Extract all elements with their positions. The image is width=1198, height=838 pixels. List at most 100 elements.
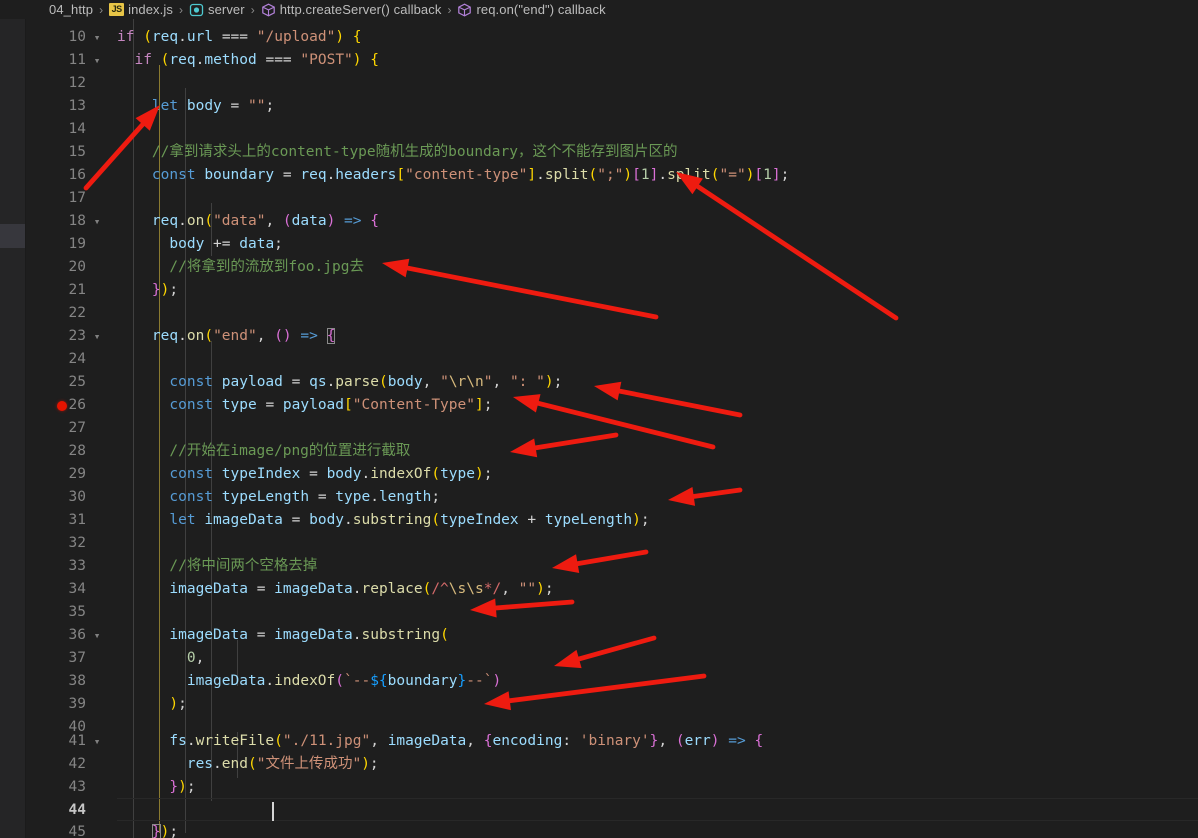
line-number: 18 bbox=[68, 213, 86, 229]
line-number: 25 bbox=[68, 374, 86, 390]
code-editor[interactable]: 10 ▾ if (req.url === "/upload") { 11 ▾ i… bbox=[26, 19, 1198, 838]
code-line[interactable]: 31 let imageData = body.substring(typeIn… bbox=[26, 509, 1198, 532]
breadcrumb-item-server[interactable]: server bbox=[188, 2, 246, 17]
code-line[interactable]: 39 ); bbox=[26, 693, 1198, 716]
fold-chevron-icon[interactable]: ▾ bbox=[90, 624, 104, 647]
breadcrumb-item-createserver-callback[interactable]: http.createServer() callback bbox=[260, 2, 443, 17]
code-line[interactable]: 45 }); bbox=[26, 821, 1198, 838]
code-line-active[interactable]: 44 bbox=[26, 799, 1198, 822]
code-line[interactable]: 27 bbox=[26, 417, 1198, 440]
fold-chevron-icon[interactable]: ▾ bbox=[90, 730, 104, 753]
code-line[interactable]: 38 imageData.indexOf(`--${boundary}--`) bbox=[26, 670, 1198, 693]
line-content: let body = ""; bbox=[151, 98, 275, 114]
js-file-icon: JS bbox=[109, 3, 125, 16]
code-line[interactable]: 32 bbox=[26, 532, 1198, 555]
line-content: const type = payload["Content-Type"]; bbox=[169, 397, 493, 413]
fold-chevron-icon[interactable]: ▾ bbox=[90, 210, 104, 233]
breadcrumb-label-folder: 04_http bbox=[49, 2, 94, 17]
code-line[interactable]: 23 ▾ req.on("end", () => { bbox=[26, 325, 1198, 348]
text-cursor bbox=[272, 802, 274, 821]
line-content: ); bbox=[169, 696, 187, 712]
breadcrumb-separator: › bbox=[250, 2, 255, 17]
breadcrumb-separator: › bbox=[447, 2, 452, 17]
code-line[interactable]: 17 bbox=[26, 187, 1198, 210]
code-line[interactable]: 30 const typeLength = type.length; bbox=[26, 486, 1198, 509]
line-number: 41 bbox=[68, 733, 86, 749]
line-number: 14 bbox=[68, 121, 86, 137]
code-line[interactable]: 43 }); bbox=[26, 776, 1198, 799]
line-content: 0, bbox=[186, 650, 205, 666]
breakpoint-icon[interactable] bbox=[57, 401, 67, 411]
line-number: 16 bbox=[68, 167, 86, 183]
function-icon bbox=[457, 2, 472, 17]
breadcrumb-label-server: server bbox=[207, 2, 245, 17]
code-line[interactable]: 42 res.end("文件上传成功"); bbox=[26, 753, 1198, 776]
line-content: const typeIndex = body.indexOf(type); bbox=[169, 466, 493, 482]
line-number: 10 bbox=[68, 29, 86, 45]
line-content: if (req.url === "/upload") { bbox=[117, 29, 362, 45]
function-icon bbox=[261, 2, 276, 17]
breadcrumb-item-folder[interactable]: 04_http bbox=[48, 2, 94, 17]
line-content: //开始在image/png的位置进行截取 bbox=[117, 443, 411, 459]
code-line[interactable]: 13 let body = ""; bbox=[26, 95, 1198, 118]
line-content: fs.writeFile("./11.jpg", imageData, {enc… bbox=[169, 733, 764, 749]
code-line[interactable]: 34 imageData = imageData.replace(/^\s\s*… bbox=[26, 578, 1198, 601]
fold-chevron-icon[interactable]: ▾ bbox=[90, 325, 104, 348]
line-number: 39 bbox=[68, 696, 86, 712]
code-line[interactable]: 20 //将拿到的流放到foo.jpg去 bbox=[26, 256, 1198, 279]
line-number: 26 bbox=[68, 397, 86, 413]
code-line[interactable]: 14 bbox=[26, 118, 1198, 141]
line-content: res.end("文件上传成功"); bbox=[186, 756, 379, 772]
code-lines: 10 ▾ if (req.url === "/upload") { 11 ▾ i… bbox=[26, 19, 1198, 838]
line-content: imageData = imageData.substring( bbox=[169, 627, 449, 643]
code-line[interactable]: 36 ▾ imageData = imageData.substring( bbox=[26, 624, 1198, 647]
line-number: 15 bbox=[68, 144, 86, 160]
breadcrumb-item-end-callback[interactable]: req.on("end") callback bbox=[456, 2, 606, 17]
line-number: 44 bbox=[68, 802, 86, 818]
line-number: 21 bbox=[68, 282, 86, 298]
code-line[interactable]: 24 bbox=[26, 348, 1198, 371]
code-line[interactable]: 28 //开始在image/png的位置进行截取 bbox=[26, 440, 1198, 463]
line-number: 20 bbox=[68, 259, 86, 275]
scrollbar-thumb[interactable] bbox=[0, 224, 25, 248]
line-number: 36 bbox=[68, 627, 86, 643]
code-line[interactable]: 37 0, bbox=[26, 647, 1198, 670]
fold-chevron-icon[interactable]: ▾ bbox=[90, 49, 104, 72]
line-content: req.on("end", () => { bbox=[151, 328, 336, 344]
overview-ruler-strip[interactable] bbox=[0, 19, 26, 838]
code-line[interactable]: 22 bbox=[26, 302, 1198, 325]
code-line[interactable]: 11 ▾ if (req.method === "POST") { bbox=[26, 49, 1198, 72]
line-content: imageData.indexOf(`--${boundary}--`) bbox=[186, 673, 502, 689]
code-line[interactable]: 41 ▾ fs.writeFile("./11.jpg", imageData,… bbox=[26, 730, 1198, 753]
code-line[interactable]: 18 ▾ req.on("data", (data) => { bbox=[26, 210, 1198, 233]
code-line[interactable]: 19 body += data; bbox=[26, 233, 1198, 256]
code-line[interactable]: 35 bbox=[26, 601, 1198, 624]
line-content: body += data; bbox=[169, 236, 283, 252]
code-line[interactable]: 15 //拿到请求头上的content-type随机生成的boundary，这个… bbox=[26, 141, 1198, 164]
code-line[interactable]: 12 bbox=[26, 72, 1198, 95]
line-number: 24 bbox=[68, 351, 86, 367]
line-content: const boundary = req.headers["content-ty… bbox=[151, 167, 790, 183]
line-content: }); bbox=[169, 779, 196, 795]
breadcrumb: 04_http › JS index.js › server › http.cr… bbox=[0, 0, 1198, 19]
line-number: 22 bbox=[68, 305, 86, 321]
code-line[interactable]: 10 ▾ if (req.url === "/upload") { bbox=[26, 26, 1198, 49]
code-line[interactable]: 16 const boundary = req.headers["content… bbox=[26, 164, 1198, 187]
code-line[interactable]: 33 //将中间两个空格去掉 bbox=[26, 555, 1198, 578]
line-number: 32 bbox=[68, 535, 86, 551]
breadcrumb-label-end-callback: req.on("end") callback bbox=[476, 2, 606, 17]
breadcrumb-item-file[interactable]: JS index.js bbox=[108, 2, 174, 17]
fold-chevron-icon[interactable]: ▾ bbox=[90, 26, 104, 49]
line-number: 34 bbox=[68, 581, 86, 597]
line-content: const typeLength = type.length; bbox=[169, 489, 441, 505]
line-number: 17 bbox=[68, 190, 86, 206]
code-line[interactable]: 21 }); bbox=[26, 279, 1198, 302]
code-line[interactable]: 26 const type = payload["Content-Type"]; bbox=[26, 394, 1198, 417]
line-number: 27 bbox=[68, 420, 86, 436]
breadcrumb-separator: › bbox=[99, 2, 104, 17]
line-number: 29 bbox=[68, 466, 86, 482]
breadcrumb-separator: › bbox=[178, 2, 183, 17]
code-line[interactable]: 29 const typeIndex = body.indexOf(type); bbox=[26, 463, 1198, 486]
line-number: 13 bbox=[68, 98, 86, 114]
code-line[interactable]: 25 const payload = qs.parse(body, "\r\n"… bbox=[26, 371, 1198, 394]
